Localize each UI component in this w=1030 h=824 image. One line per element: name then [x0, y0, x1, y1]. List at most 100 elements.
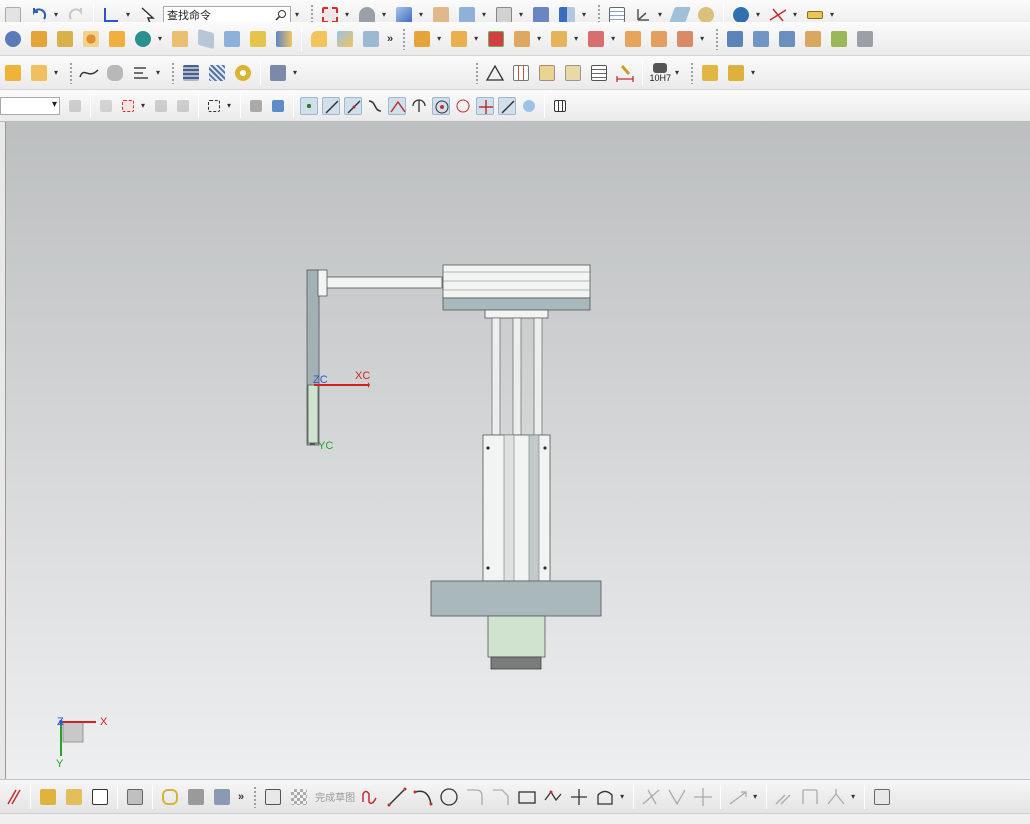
motor-body[interactable]: [487, 615, 546, 658]
snap-midpoint-icon[interactable]: [344, 96, 362, 115]
hole-icon[interactable]: [132, 28, 154, 50]
toolbar-grip[interactable]: [171, 61, 175, 84]
replace-face-icon[interactable]: [585, 28, 607, 50]
select-face-icon[interactable]: [119, 97, 137, 115]
snap-quadrant-icon[interactable]: [454, 97, 472, 115]
point-set-icon[interactable]: [536, 62, 558, 84]
quick-trim-icon[interactable]: [640, 786, 662, 808]
select-body-icon[interactable]: [174, 97, 192, 115]
swept-icon[interactable]: [776, 28, 798, 50]
general-selection-icon[interactable]: [66, 97, 84, 115]
quick-extend-icon[interactable]: [666, 786, 688, 808]
geometric-constraint-icon[interactable]: [773, 786, 795, 808]
rectangle-select-dropdown[interactable]: ▾: [225, 95, 233, 117]
more-sketch-commands-button[interactable]: »: [238, 791, 244, 803]
intersect-icon[interactable]: [485, 28, 507, 50]
snap-existing-point-icon[interactable]: [476, 96, 494, 115]
boolean-icon[interactable]: [106, 28, 128, 50]
replace-face-dropdown[interactable]: ▾: [609, 28, 617, 50]
toolbar-grip[interactable]: [715, 27, 720, 50]
scale-dropdown[interactable]: ▾: [698, 28, 706, 50]
mirror-icon[interactable]: [511, 28, 533, 50]
surface-icon[interactable]: [195, 28, 217, 50]
draft-icon[interactable]: [273, 28, 295, 50]
make-corner-icon[interactable]: [692, 786, 714, 808]
offset-face-icon[interactable]: [221, 28, 243, 50]
mirror-dropdown[interactable]: ▾: [535, 28, 543, 50]
curve-network-icon[interactable]: [828, 28, 850, 50]
standard-parts-button[interactable]: 10H7: [649, 62, 671, 83]
add-component-icon[interactable]: [725, 62, 747, 84]
arm-end-block[interactable]: [317, 269, 328, 297]
unite-dropdown[interactable]: ▾: [435, 28, 443, 50]
annotation-icon[interactable]: [28, 62, 50, 84]
reuse-library-icon[interactable]: [699, 62, 721, 84]
add-existing-icon[interactable]: [63, 786, 85, 808]
display-constraints-icon[interactable]: [825, 786, 847, 808]
snap-tangent-icon[interactable]: [410, 97, 428, 115]
point-icon[interactable]: [568, 786, 590, 808]
snap-on-surface-icon[interactable]: [520, 97, 538, 115]
profile-icon[interactable]: [360, 786, 382, 808]
hole-dropdown[interactable]: ▾: [156, 28, 164, 50]
tool-icon[interactable]: [267, 62, 289, 84]
snap-control-point-icon[interactable]: [366, 97, 384, 115]
n-sided-icon[interactable]: [854, 28, 876, 50]
spring-icon[interactable]: [206, 62, 228, 84]
polygon-icon[interactable]: [542, 786, 564, 808]
trim-body-icon[interactable]: [360, 28, 382, 50]
finish-sketch-icon[interactable]: [288, 786, 310, 808]
chamfer-sketch-icon[interactable]: [490, 786, 512, 808]
face-curve-icon[interactable]: [104, 62, 126, 84]
edge-blend-icon[interactable]: [308, 28, 330, 50]
feature-table-icon[interactable]: [562, 62, 584, 84]
subtract-icon[interactable]: [448, 28, 470, 50]
move-face-icon[interactable]: [622, 28, 644, 50]
link-icon[interactable]: [159, 786, 181, 808]
flange[interactable]: [484, 309, 549, 319]
sphere-icon[interactable]: [2, 28, 24, 50]
chamfer-icon[interactable]: [334, 28, 356, 50]
extrude-icon[interactable]: [54, 28, 76, 50]
block-icon[interactable]: [169, 28, 191, 50]
offset-sketch-icon[interactable]: [594, 786, 616, 808]
top-cylinder[interactable]: [442, 264, 591, 299]
guide-rod[interactable]: [491, 317, 501, 436]
interference-icon[interactable]: [211, 786, 233, 808]
move-component-icon[interactable]: [89, 786, 111, 808]
gear-icon[interactable]: [232, 62, 254, 84]
shell-icon[interactable]: [247, 28, 269, 50]
grid-icon[interactable]: [551, 97, 569, 115]
sketch-task-icon[interactable]: [262, 786, 284, 808]
select-solid-icon[interactable]: [269, 97, 287, 115]
fillet-icon[interactable]: [464, 786, 486, 808]
toolbar-grip[interactable]: [69, 61, 73, 84]
graphics-window[interactable]: XC ZC YC X Z Y: [5, 122, 1030, 779]
delete-face-icon[interactable]: [648, 28, 670, 50]
motor-cap[interactable]: [490, 656, 542, 670]
add-component-dropdown[interactable]: ▾: [749, 62, 757, 84]
assembly-icon[interactable]: [2, 62, 24, 84]
standard-parts-dropdown[interactable]: ▾: [673, 62, 681, 84]
more-commands-button[interactable]: »: [387, 33, 393, 45]
sketch-icon[interactable]: [28, 28, 50, 50]
base-plate[interactable]: [430, 580, 602, 617]
search-icon[interactable]: [275, 9, 287, 21]
tool-dropdown[interactable]: ▾: [291, 62, 299, 84]
toolbar-grip[interactable]: [475, 61, 480, 84]
exploded-view-icon[interactable]: [124, 786, 146, 808]
lower-cylinder[interactable]: [482, 434, 551, 582]
sketch-dimension-dropdown[interactable]: ▾: [751, 786, 759, 808]
offset-curve-dropdown[interactable]: ▾: [154, 62, 162, 84]
toolbar-grip[interactable]: [690, 61, 694, 84]
note-icon[interactable]: [588, 62, 610, 84]
sketch-settings-icon[interactable]: [871, 786, 893, 808]
gripper-finger[interactable]: [307, 384, 319, 444]
subtract-dropdown[interactable]: ▾: [472, 28, 480, 50]
wave-icon[interactable]: [185, 786, 207, 808]
surface-grid-icon[interactable]: [724, 28, 746, 50]
spreadsheet-icon[interactable]: [510, 62, 532, 84]
snap-center-icon[interactable]: [432, 96, 450, 115]
triangle-icon[interactable]: [484, 62, 506, 84]
horizontal-rod[interactable]: [323, 276, 443, 289]
